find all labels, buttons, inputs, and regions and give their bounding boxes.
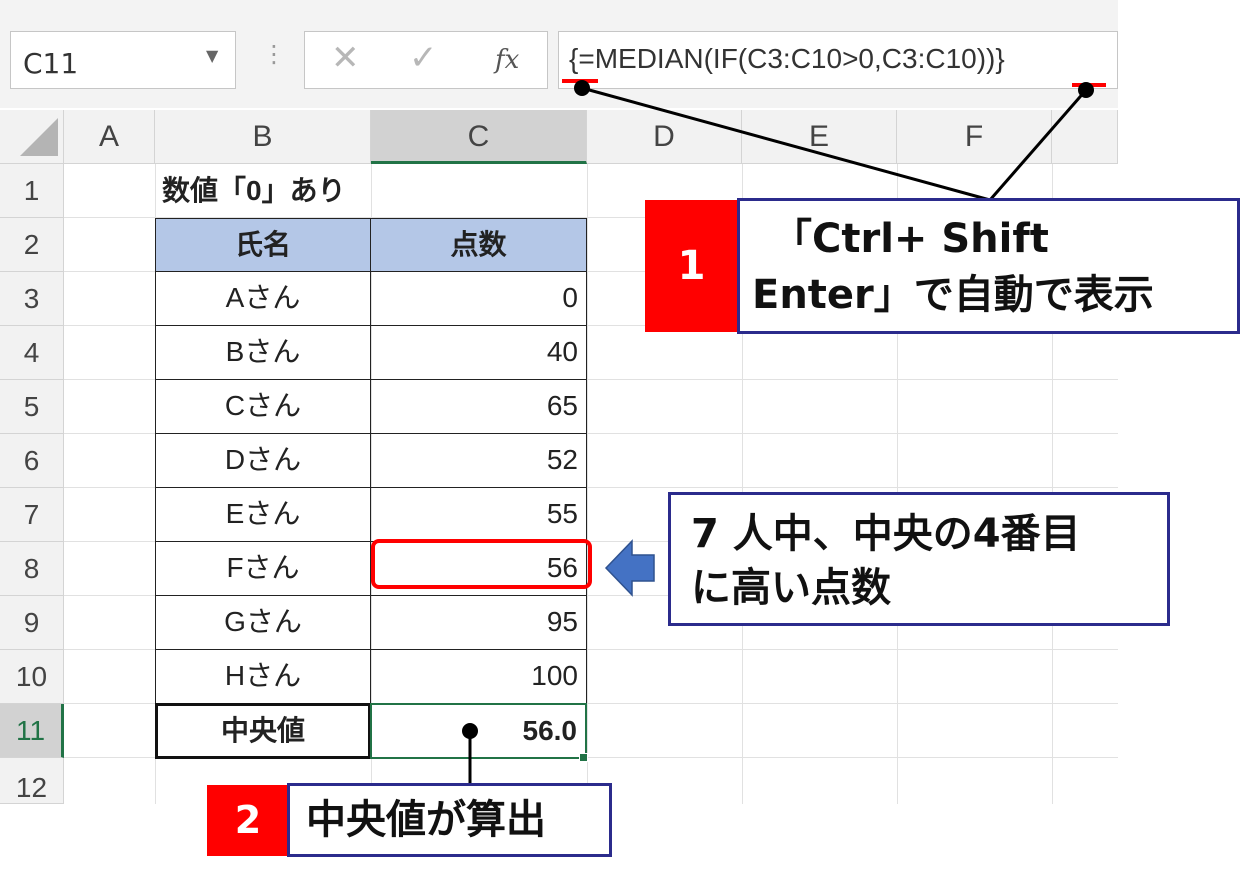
- step-1-line-1: 「Ctrl+ Shift: [772, 216, 1049, 262]
- step-1-badge: 1: [645, 200, 738, 332]
- step-1-callout: 「Ctrl+ Shift Enter」で自動で表示: [737, 198, 1240, 334]
- left-arrow-icon: [604, 539, 655, 597]
- step-2-badge: 2: [207, 785, 289, 856]
- step-2-callout: 中央値が算出: [287, 783, 612, 857]
- explanation-line-2: に高い点数: [691, 565, 891, 611]
- annotation-lines: [462, 79, 1106, 785]
- connector-dot: [574, 80, 590, 96]
- connector-dot: [462, 723, 478, 739]
- step-1-line-2: Enter」で自動で表示: [752, 272, 1154, 318]
- connector-line: [988, 89, 1088, 201]
- median-explanation-callout: 7 人中、中央の4番目 に高い点数: [668, 492, 1170, 626]
- explanation-line-1: 7 人中、中央の4番目: [691, 511, 1081, 557]
- connector-line: [581, 86, 991, 202]
- connector-dot: [1078, 82, 1094, 98]
